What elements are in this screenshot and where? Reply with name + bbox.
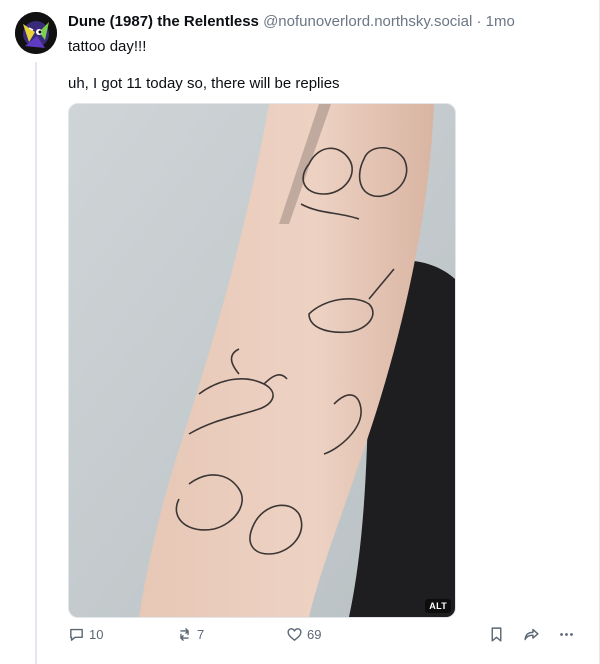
share-button[interactable] (523, 626, 540, 643)
heart-icon (287, 628, 302, 641)
reply-count: 10 (89, 627, 104, 642)
post-header: Dune (1987) the Relentless @nofunoverlor… (68, 13, 515, 30)
tattoo-photo (69, 104, 455, 617)
post-text-line-2: uh, I got 11 today so, there will be rep… (68, 75, 340, 92)
repost-arrows-icon (180, 628, 189, 641)
speech-bubble-icon (70, 628, 83, 641)
repost-count: 7 (197, 627, 205, 642)
post-image[interactable]: ALT (68, 103, 456, 618)
timestamp[interactable]: 1mo (486, 13, 515, 30)
post-text-line-1: tattoo day!!! (68, 38, 147, 55)
share-arrow-icon (524, 628, 539, 641)
action-bar: 10 7 69 (68, 626, 598, 646)
avatar-image (15, 12, 57, 54)
bookmark-icon (491, 627, 502, 642)
display-name[interactable]: Dune (1987) the Relentless (68, 13, 259, 30)
alt-badge[interactable]: ALT (425, 599, 451, 613)
repost-button[interactable]: 7 (176, 626, 204, 643)
bookmark-button[interactable] (488, 626, 505, 643)
handle[interactable]: @nofunoverlord.northsky.social (263, 13, 472, 30)
like-button[interactable]: 69 (286, 626, 321, 643)
avatar[interactable] (15, 12, 57, 54)
ellipsis-icon (560, 633, 573, 636)
separator: · (476, 13, 482, 30)
thread-line (35, 62, 37, 664)
like-count: 69 (307, 627, 322, 642)
more-button[interactable] (558, 626, 575, 643)
reply-button[interactable]: 10 (68, 626, 103, 643)
